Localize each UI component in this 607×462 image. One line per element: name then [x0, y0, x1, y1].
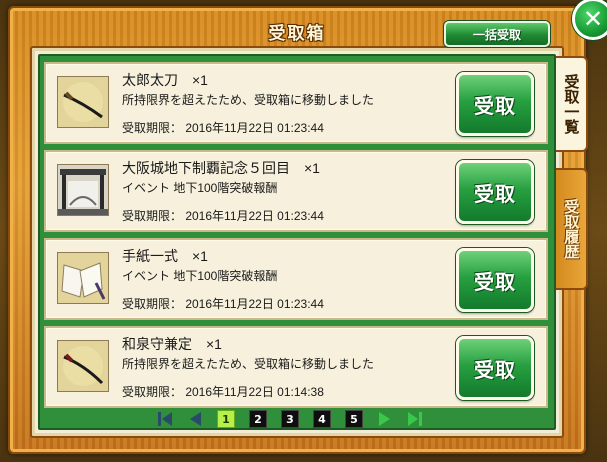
tab-label: 受取履歴 — [562, 199, 581, 259]
castle-gate-icon — [57, 164, 109, 216]
sword-icon — [57, 340, 109, 392]
receive-button[interactable]: 受取 — [456, 160, 534, 224]
item-description: イベント 地下100階突破報酬 — [122, 269, 278, 283]
receive-button[interactable]: 受取 — [456, 72, 534, 136]
page-1[interactable]: 1 — [217, 410, 235, 428]
item-description: 所持限界を超えたため、受取箱に移動しました — [122, 93, 375, 107]
page-3[interactable]: 3 — [281, 410, 299, 428]
receive-button[interactable]: 受取 — [456, 248, 534, 312]
item-name: 和泉守兼定 ×1 — [122, 336, 222, 352]
bulk-receive-button[interactable]: 一括受取 — [444, 21, 550, 47]
item-description: イベント 地下100階突破報酬 — [122, 181, 278, 195]
receive-button[interactable]: 受取 — [456, 336, 534, 400]
page-4[interactable]: 4 — [313, 410, 331, 428]
last-page-icon[interactable] — [405, 411, 425, 427]
page-2[interactable]: 2 — [249, 410, 267, 428]
item-expiry: 受取期限： 2016年11月22日 01:23:44 — [122, 121, 324, 135]
item-description: 所持限界を超えたため、受取箱に移動しました — [122, 357, 375, 371]
first-page-icon[interactable] — [155, 411, 175, 427]
page-5[interactable]: 5 — [345, 410, 363, 428]
sword-icon — [57, 76, 109, 128]
list-item: 手紙一式 ×1 イベント 地下100階突破報酬 受取期限： 2016年11月22… — [44, 238, 548, 320]
next-page-icon[interactable] — [375, 411, 395, 427]
tab-receive-history[interactable]: 受取履歴 — [556, 168, 588, 290]
list-item: 和泉守兼定 ×1 所持限界を超えたため、受取箱に移動しました 受取期限： 201… — [44, 326, 548, 408]
item-expiry: 受取期限： 2016年11月22日 01:23:44 — [122, 209, 324, 223]
item-expiry: 受取期限： 2016年11月22日 01:14:38 — [122, 385, 324, 399]
window-title: 受取箱 — [268, 23, 326, 44]
list-item: 太郎太刀 ×1 所持限界を超えたため、受取箱に移動しました 受取期限： 2016… — [44, 62, 548, 144]
tab-receive-list[interactable]: 受取一覧 — [556, 56, 588, 152]
pagination: 1 2 3 4 5 — [150, 408, 430, 430]
tab-label: 受取一覧 — [562, 74, 581, 134]
close-icon: ✕ — [582, 5, 604, 33]
item-expiry: 受取期限： 2016年11月22日 01:23:44 — [122, 297, 324, 311]
item-name: 太郎太刀 ×1 — [122, 72, 208, 88]
item-name: 手紙一式 ×1 — [122, 248, 208, 264]
list-item: 大阪城地下制覇記念５回目 ×1 イベント 地下100階突破報酬 受取期限： 20… — [44, 150, 548, 232]
prev-page-icon[interactable] — [185, 411, 205, 427]
letter-set-icon — [57, 252, 109, 304]
item-name: 大阪城地下制覇記念５回目 ×1 — [122, 160, 320, 176]
